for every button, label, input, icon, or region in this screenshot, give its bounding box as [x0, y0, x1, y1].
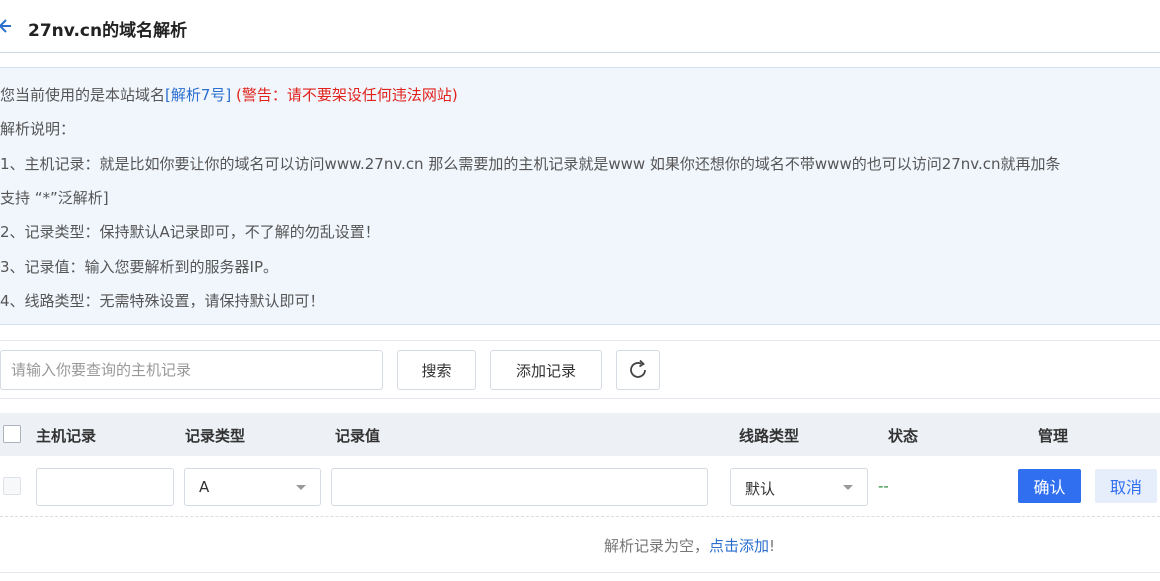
back-arrow-icon[interactable]: [0, 17, 12, 35]
notice-domain-prefix: 您当前使用的是本站域名: [0, 86, 166, 104]
table-row: A 默认 -- 确认 取消: [0, 456, 1160, 517]
header-manage: 管理: [1038, 427, 1069, 445]
header-status: 状态: [888, 427, 919, 445]
confirm-button[interactable]: 确认: [1018, 469, 1081, 503]
cancel-button[interactable]: 取消: [1095, 469, 1157, 503]
line-type-value: 默认: [745, 480, 776, 498]
page-header: 27nv.cn的域名解析: [0, 0, 1160, 53]
toolbar: 搜索 添加记录: [0, 340, 1160, 399]
row-checkbox: [3, 477, 21, 495]
header-line: 线路类型: [739, 427, 800, 445]
empty-suffix: !: [769, 537, 776, 555]
add-record-link[interactable]: 点击添加: [709, 537, 769, 555]
chevron-down-icon: [843, 485, 853, 490]
chevron-down-icon: [296, 485, 306, 490]
search-button[interactable]: 搜索: [397, 350, 476, 390]
search-input[interactable]: [0, 350, 383, 390]
page-title: 27nv.cn的域名解析: [28, 21, 188, 41]
record-type-value: A: [199, 478, 210, 496]
header-value: 记录值: [335, 427, 381, 445]
refresh-icon: [630, 359, 646, 378]
add-record-button[interactable]: 添加记录: [490, 350, 602, 390]
notice-panel: 您当前使用的是本站域名[解析7号] (警告：请不要架设任何违法网站) 解析说明：…: [0, 67, 1160, 325]
notice-item-3: 3、记录值：输入您要解析到的服务器IP。: [0, 258, 279, 276]
notice-item-1-cont: 支持 “*”泛解析]: [0, 189, 109, 207]
refresh-button[interactable]: [616, 350, 660, 390]
notice-item-4: 4、线路类型：无需特殊设置，请保持默认即可！: [0, 292, 325, 310]
select-all-checkbox[interactable]: [3, 425, 21, 443]
status-value: --: [878, 477, 889, 495]
host-record-input[interactable]: [36, 468, 174, 506]
resolver-link[interactable]: [解析7号]: [165, 86, 231, 104]
warning-text: (警告：请不要架设任何违法网站): [236, 86, 458, 104]
notice-item-2: 2、记录类型：保持默认A记录即可，不了解的勿乱设置！: [0, 223, 380, 241]
notice-item-1: 1、主机记录：就是比如你要让你的域名可以访问www.27nv.cn 那么需要加的…: [0, 155, 1061, 173]
notice-domain-line: 您当前使用的是本站域名[解析7号] (警告：请不要架设任何违法网站): [0, 85, 458, 105]
notice-heading: 解析说明：: [0, 120, 76, 138]
record-type-select[interactable]: A: [184, 468, 321, 506]
header-type: 记录类型: [185, 427, 246, 445]
divider: [0, 572, 1160, 573]
empty-text: 解析记录为空，: [604, 537, 710, 555]
empty-message: 解析记录为空，点击添加!: [0, 535, 1160, 557]
line-type-select[interactable]: 默认: [730, 468, 868, 506]
header-host: 主机记录: [36, 427, 97, 445]
table-header: 主机记录 记录类型 记录值 线路类型 状态 管理: [0, 413, 1160, 456]
record-value-input[interactable]: [331, 468, 708, 506]
